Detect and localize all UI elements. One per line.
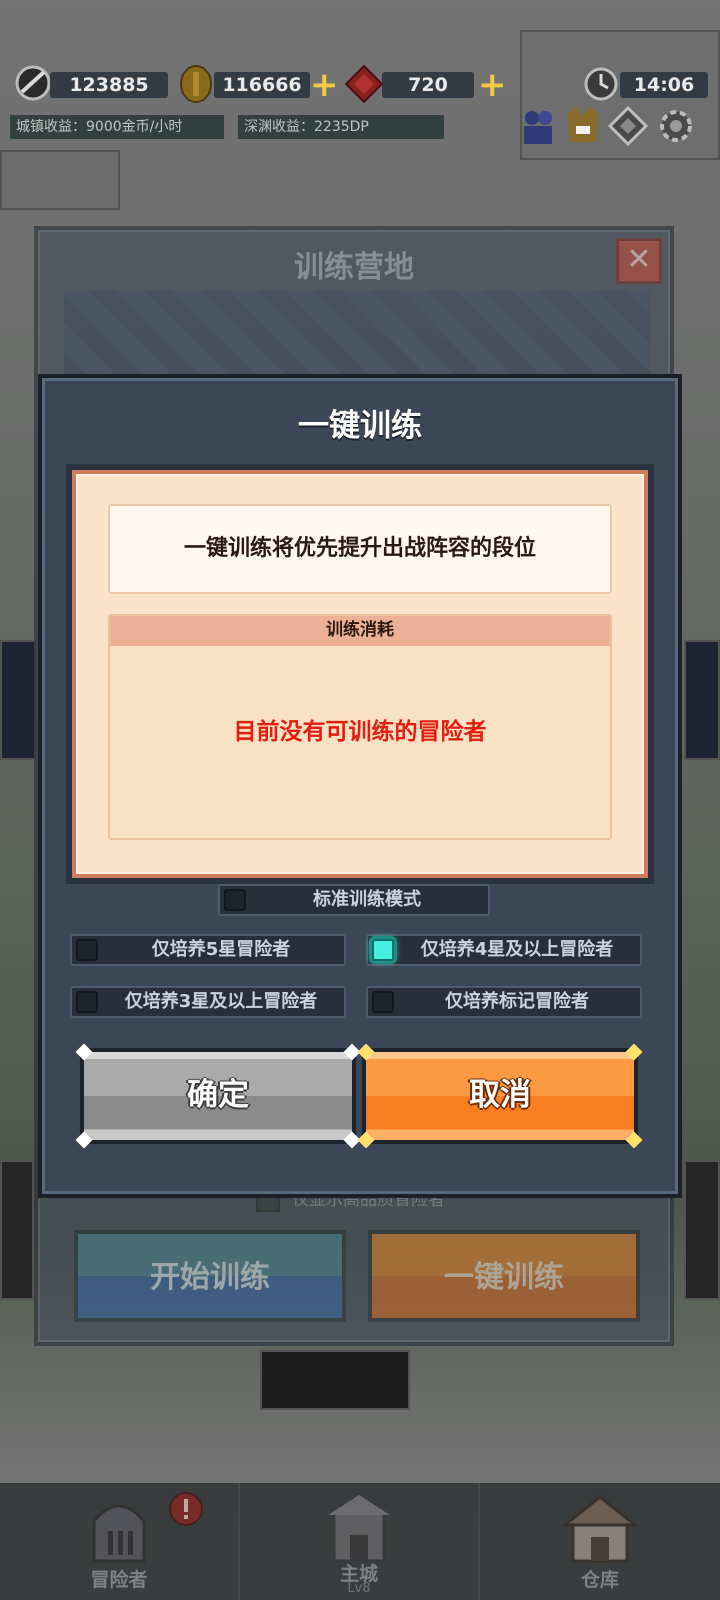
power-value: 123885 xyxy=(50,72,168,98)
checkbox-checked-icon xyxy=(372,939,394,961)
content-frame: 一键训练将优先提升出战阵容的段位 训练消耗 目前没有可训练的冒险者 xyxy=(66,464,654,884)
description-box: 一键训练将优先提升出战阵容的段位 xyxy=(108,504,612,594)
abyss-income: 深渊收益：2235DP xyxy=(238,115,444,139)
gem-value: 720 xyxy=(382,72,474,98)
gear-icon[interactable] xyxy=(656,106,696,146)
corner-gem xyxy=(357,1131,375,1149)
alert-icon xyxy=(169,1492,203,1526)
red-gem-icon xyxy=(344,64,384,104)
nav-main-city[interactable]: 主城 Lv8 xyxy=(240,1483,480,1600)
confirm-label: 确定 xyxy=(187,1077,249,1113)
start-training-button[interactable]: 开始训练 xyxy=(74,1230,346,1322)
cancel-label: 取消 xyxy=(469,1077,531,1113)
nav-main-city-level: Lv8 xyxy=(347,1581,371,1596)
cancel-button[interactable]: 取消 xyxy=(357,1043,643,1149)
option-label: 仅培养标记冒险者 xyxy=(445,991,589,1012)
gold-value: 116666 xyxy=(214,72,310,98)
camp-title: 训练营地 xyxy=(294,250,414,285)
house-icon xyxy=(560,1495,640,1563)
diamond-badge-icon[interactable] xyxy=(608,106,648,146)
empty-message: 目前没有可训练的冒险者 xyxy=(233,719,487,745)
add-gold-icon[interactable]: + xyxy=(310,68,339,102)
corner-gem xyxy=(357,1043,375,1061)
corner-gem xyxy=(75,1131,93,1149)
corner-gem xyxy=(75,1043,93,1061)
option-5-star-only[interactable]: 仅培养5星冒险者 xyxy=(70,934,346,966)
time-display: 14:06 xyxy=(620,72,708,98)
standard-mode-label: 标准训练模式 xyxy=(313,889,421,910)
knight-helmet-icon xyxy=(92,1504,146,1563)
checkbox-icon xyxy=(224,889,246,911)
checkbox-icon xyxy=(372,991,394,1013)
option-3-star-and-above[interactable]: 仅培养3星及以上冒险者 xyxy=(70,986,346,1018)
pet-icon[interactable] xyxy=(562,104,604,148)
gold-coin-icon xyxy=(180,65,212,103)
city-income: 城镇收益：9000金币/小时 xyxy=(10,115,224,139)
nav-adventurers-label: 冒险者 xyxy=(90,1569,148,1591)
cost-header: 训练消耗 xyxy=(110,616,610,646)
checkbox-icon xyxy=(76,939,98,961)
party-icon[interactable] xyxy=(518,106,558,148)
camp-one-click-button[interactable]: 一键训练 xyxy=(368,1230,640,1322)
clock-icon xyxy=(584,67,618,101)
nav-warehouse[interactable]: 仓库 xyxy=(480,1483,720,1600)
corner-gem xyxy=(625,1043,643,1061)
option-label: 仅培养4星及以上冒险者 xyxy=(420,939,614,960)
nav-adventurers[interactable]: 冒险者 xyxy=(0,1483,240,1600)
checkbox-icon xyxy=(76,991,98,1013)
standard-mode-toggle[interactable]: 标准训练模式 xyxy=(218,884,490,916)
one-click-training-dialog: 一键训练 一键训练将优先提升出战阵容的段位 训练消耗 目前没有可训练的冒险者 标… xyxy=(38,374,682,1198)
camp-grid-area xyxy=(64,290,650,380)
add-gem-icon[interactable]: + xyxy=(478,68,507,102)
nav-warehouse-label: 仓库 xyxy=(580,1569,619,1591)
castle-icon xyxy=(328,1495,390,1563)
corner-gem xyxy=(625,1131,643,1149)
bottom-navigation: 冒险者 主城 Lv8 仓库 xyxy=(0,1483,720,1600)
close-icon[interactable]: ✕ xyxy=(616,238,662,284)
dialog-title: 一键训练 xyxy=(298,408,422,444)
option-4-star-and-above[interactable]: 仅培养4星及以上冒险者 xyxy=(366,934,642,966)
confirm-button[interactable]: 确定 xyxy=(75,1043,361,1149)
option-marked-only[interactable]: 仅培养标记冒险者 xyxy=(366,986,642,1018)
power-icon xyxy=(15,65,51,101)
option-label: 仅培养5星冒险者 xyxy=(151,939,291,960)
training-cost-box: 训练消耗 目前没有可训练的冒险者 xyxy=(108,614,612,840)
option-label: 仅培养3星及以上冒险者 xyxy=(124,991,318,1012)
content-panel: 一键训练将优先提升出战阵容的段位 训练消耗 目前没有可训练的冒险者 xyxy=(72,470,648,878)
